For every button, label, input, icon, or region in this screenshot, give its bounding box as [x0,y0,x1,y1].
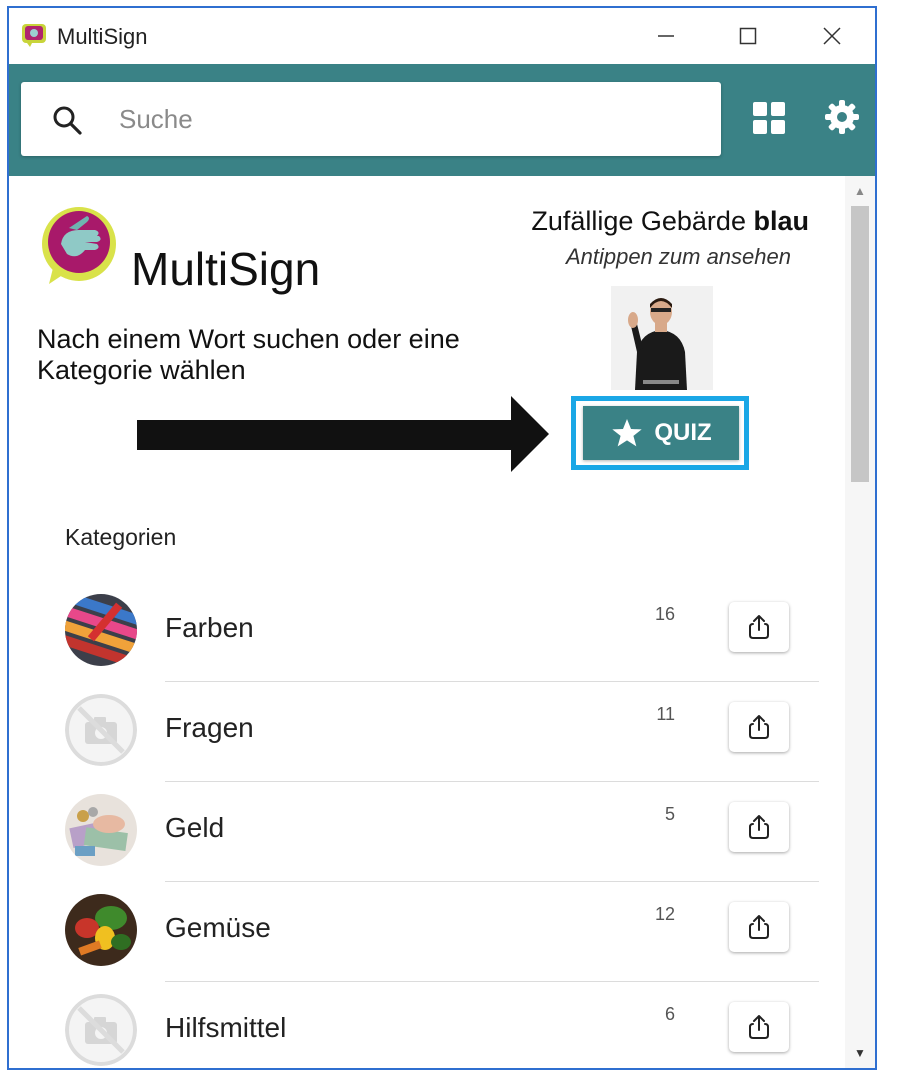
share-button[interactable] [729,702,789,752]
category-count: 5 [664,804,675,824]
category-row-geld[interactable]: Geld 5 [9,782,843,882]
category-list: Farben 16 Fragen 11 Geld 5 Gemüse 12 Hil… [9,582,843,1068]
random-sign-word: blau [753,206,809,236]
title-bar: MultiSign [9,8,875,64]
category-name: Geld [165,812,225,843]
category-count: 11 [656,704,675,724]
window-title: MultiSign [57,24,148,49]
signer-image [611,286,713,390]
no-image-icon [65,994,137,1066]
category-row-hilfsmittel[interactable]: Hilfsmittel 6 [9,982,843,1068]
share-icon [749,1015,769,1039]
intro-text: Nach einem Wort suchen oder eine Kategor… [37,324,460,385]
main-content: MultiSign Nach einem Wort suchen oder ei… [9,176,843,1068]
category-count: 16 [654,604,675,624]
random-sign-label: Zufällige Gebärde [531,206,746,236]
category-name: Fragen [165,712,254,743]
scroll-thumb[interactable] [851,206,869,482]
random-sign-title[interactable]: Zufällige Gebärde blau [489,206,809,237]
vertical-scrollbar[interactable]: ▲ ▼ [845,176,875,1068]
share-icon [749,915,769,939]
random-sign-hint: Antippen zum ansehen [565,244,791,269]
search-box [21,82,721,156]
search-input[interactable] [117,96,701,142]
category-row-gemuese[interactable]: Gemüse 12 [9,882,843,982]
share-icon [749,715,769,739]
quiz-button[interactable]: QUIZ [583,406,739,460]
minimize-icon [658,35,674,37]
category-name: Farben [165,612,254,643]
gear-icon[interactable] [823,98,861,136]
categories-heading: Kategorien [65,524,177,550]
top-toolbar [9,64,875,176]
maximize-icon [739,27,757,45]
category-row-fragen[interactable]: Fragen 11 [9,682,843,782]
app-window: MultiSign Suche MultiSign Nach einem Wor… [7,6,877,1070]
multisign-logo-icon [42,207,116,284]
brand-title: MultiSign [131,243,321,295]
quiz-label: QUIZ [654,419,712,446]
no-image-icon [65,694,137,766]
category-name: Gemüse [165,912,271,943]
category-row-farben[interactable]: Farben 16 [9,582,843,682]
share-button[interactable] [729,802,789,852]
grid-view-icon[interactable] [751,100,787,136]
scroll-up-icon[interactable]: ▲ [845,184,875,200]
category-count: 6 [664,1004,675,1024]
category-count: 12 [654,904,675,924]
arrow-right-icon [137,396,549,472]
share-icon [749,615,769,639]
search-icon [53,106,82,135]
vegetables-image [65,894,137,966]
share-button[interactable] [729,1002,789,1052]
minimize-button[interactable] [641,16,691,56]
sign-video-thumbnail[interactable] [611,286,713,390]
scroll-down-icon[interactable]: ▼ [845,1046,875,1062]
category-name: Hilfsmittel [165,1012,287,1043]
money-image [65,794,137,866]
share-icon [749,815,769,839]
maximize-button[interactable] [723,16,773,56]
share-button[interactable] [729,902,789,952]
share-button[interactable] [729,602,789,652]
star-icon [612,419,642,447]
app-logo-icon [22,24,46,47]
close-icon [823,27,841,45]
close-button[interactable] [807,16,857,56]
colors-image [65,594,137,666]
